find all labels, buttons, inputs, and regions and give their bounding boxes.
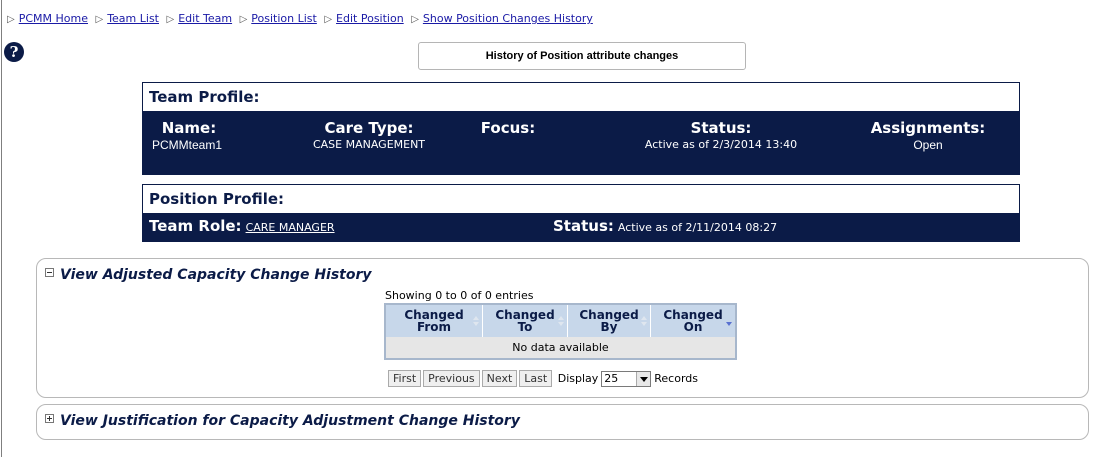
- breadcrumb: ▷ PCMM Home ▷ Team List ▷ Edit Team ▷ Positi…: [3, 12, 593, 25]
- breadcrumb-edit-team[interactable]: Edit Team: [178, 12, 232, 25]
- breadcrumb-pcmm-home[interactable]: PCMM Home: [19, 12, 88, 25]
- entries-info: Showing 0 to 0 of 0 entries: [385, 289, 534, 302]
- breadcrumb-separator-icon: ▷: [166, 14, 175, 25]
- team-role-link[interactable]: CARE MANAGER: [246, 221, 335, 234]
- adjusted-capacity-history-table: Changed From Changed To Changed By Chang…: [384, 303, 737, 360]
- team-status-field: Status: Active as of 2/3/2014 13:40: [604, 119, 838, 151]
- display-label: Display: [557, 372, 599, 385]
- records-per-page-value: 25: [604, 372, 619, 385]
- adjusted-capacity-history-toggle[interactable]: View Adjusted Capacity Change History: [45, 267, 372, 283]
- empty-table-message: No data available: [385, 337, 736, 359]
- team-role-field: Team Role: CARE MANAGER: [149, 217, 335, 235]
- position-status-field: Status: Active as of 2/11/2014 08:27: [553, 217, 777, 235]
- previous-page-button[interactable]: Previous: [423, 370, 480, 387]
- expand-icon[interactable]: [45, 414, 54, 423]
- assignments-field: Assignments: Open: [865, 119, 991, 152]
- team-name-field: Name: PCMMteam1: [152, 119, 226, 152]
- assignments-label: Assignments:: [870, 119, 986, 137]
- table-row: No data available: [385, 337, 736, 359]
- justification-history-section: View Justification for Capacity Adjustme…: [36, 404, 1089, 440]
- position-profile-heading: Position Profile:: [149, 190, 285, 208]
- column-header-changed-from[interactable]: Changed From: [385, 304, 483, 337]
- care-type-value: CASE MANAGEMENT: [312, 138, 426, 151]
- column-header-label: From: [416, 320, 452, 334]
- breadcrumb-separator-icon: ▷: [411, 14, 419, 25]
- records-label: Records: [654, 372, 699, 385]
- chevron-down-icon[interactable]: [636, 372, 651, 386]
- position-profile-body: Team Role: CARE MANAGER Status: Active as …: [143, 213, 1019, 241]
- breadcrumb-separator-icon: ▷: [324, 14, 333, 25]
- first-page-button[interactable]: First: [388, 370, 422, 387]
- breadcrumb-separator-icon: ▷: [7, 14, 15, 25]
- team-role-label: Team Role:: [149, 217, 242, 235]
- column-header-label: By: [600, 320, 618, 334]
- column-header-changed-by[interactable]: Changed By: [567, 304, 651, 337]
- assignments-value: Open: [913, 138, 943, 152]
- sort-both-icon: [641, 316, 647, 326]
- breadcrumb-team-list[interactable]: Team List: [107, 12, 159, 25]
- column-header-label: To: [517, 320, 533, 334]
- adjusted-capacity-history-title: View Adjusted Capacity Change History: [60, 267, 372, 283]
- records-per-page-select[interactable]: 25: [601, 371, 652, 387]
- collapse-icon[interactable]: [45, 268, 54, 277]
- breadcrumb-position-list[interactable]: Position List: [251, 12, 317, 25]
- team-status-value: Active as of 2/3/2014 13:40: [644, 138, 798, 151]
- position-status-value: Active as of 2/11/2014 08:27: [617, 221, 778, 234]
- team-name-label: Name:: [161, 119, 217, 137]
- next-page-button[interactable]: Next: [481, 370, 518, 387]
- sort-both-icon: [473, 316, 479, 326]
- breadcrumb-show-position-changes-history[interactable]: Show Position Changes History: [423, 12, 593, 25]
- column-header-changed-on[interactable]: Changed On: [650, 304, 737, 337]
- column-header-label: On: [683, 320, 703, 334]
- justification-history-title: View Justification for Capacity Adjustme…: [60, 413, 520, 429]
- page-title: History of Position attribute changes: [418, 42, 746, 70]
- care-type-field: Care Type: CASE MANAGEMENT: [286, 119, 452, 151]
- help-icon[interactable]: ?: [4, 42, 24, 62]
- last-page-button[interactable]: Last: [519, 370, 553, 387]
- pagination: First Previous Next Last Display 25 Records: [388, 370, 698, 387]
- breadcrumb-separator-icon: ▷: [239, 14, 248, 25]
- sort-both-icon: [558, 316, 564, 326]
- sort-descending-icon: [726, 316, 732, 326]
- team-status-label: Status:: [690, 119, 752, 137]
- page-left-border: [1, 0, 2, 457]
- adjusted-capacity-history-section: View Adjusted Capacity Change History Sh…: [36, 258, 1089, 398]
- team-profile-heading: Team Profile:: [149, 88, 260, 106]
- position-status-label: Status:: [553, 217, 614, 235]
- care-type-label: Care Type:: [324, 119, 414, 137]
- team-profile-body: Name: PCMMteam1 Care Type: CASE MANAGEME…: [143, 111, 1019, 174]
- focus-field: Focus:: [455, 119, 561, 138]
- position-profile-panel: Position Profile: Team Role: CARE MANAGER…: [142, 184, 1020, 242]
- breadcrumb-edit-position[interactable]: Edit Position: [336, 12, 404, 25]
- team-profile-panel: Team Profile: Name: PCMMteam1 Care Type:…: [142, 82, 1020, 175]
- breadcrumb-separator-icon: ▷: [95, 14, 104, 25]
- focus-label: Focus:: [480, 119, 536, 137]
- column-header-changed-to[interactable]: Changed To: [482, 304, 568, 337]
- team-name-value: PCMMteam1: [152, 138, 223, 152]
- justification-history-toggle[interactable]: View Justification for Capacity Adjustme…: [45, 413, 520, 429]
